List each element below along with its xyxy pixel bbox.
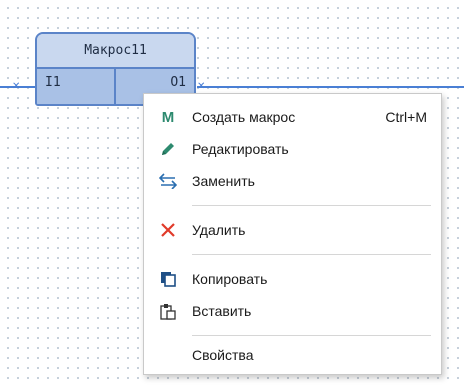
menu-item-label: Копировать — [192, 271, 268, 287]
menu-separator — [192, 205, 431, 206]
menu-item-edit[interactable]: Редактировать — [144, 134, 441, 164]
copy-icon — [144, 264, 192, 294]
menu-item-shortcut: Ctrl+M — [385, 109, 427, 125]
menu-item-paste[interactable]: Вставить — [144, 296, 441, 326]
menu-item-label: Вставить — [192, 303, 252, 319]
macro-block-title: Макрос11 — [37, 34, 194, 69]
paste-icon — [144, 296, 192, 326]
menu-item-create-macro[interactable]: M Создать макрос Ctrl+M — [144, 102, 441, 132]
menu-separator — [192, 254, 431, 255]
menu-item-label: Заменить — [192, 173, 255, 189]
swap-arrows-icon — [144, 166, 192, 196]
menu-item-label: Создать макрос — [192, 109, 296, 125]
context-menu: M Создать макрос Ctrl+M Редактировать За… — [143, 93, 442, 375]
menu-item-replace[interactable]: Заменить — [144, 166, 441, 196]
menu-item-delete[interactable]: Удалить — [144, 215, 441, 245]
menu-item-copy[interactable]: Копировать — [144, 264, 441, 294]
menu-item-properties[interactable]: Свойства — [144, 340, 441, 370]
menu-item-label: Редактировать — [192, 141, 289, 157]
input-port-i1[interactable]: I1 — [37, 69, 116, 104]
menu-separator — [192, 335, 431, 336]
red-x-icon — [144, 215, 192, 245]
macro-m-icon: M — [161, 108, 175, 126]
menu-item-label: Свойства — [192, 347, 254, 363]
output-wire[interactable] — [197, 86, 464, 88]
menu-item-label: Удалить — [192, 222, 246, 238]
pencil-icon — [144, 134, 192, 164]
output-wire-end-marker: ✕ — [197, 81, 206, 92]
input-wire-end-marker: ✕ — [12, 81, 21, 92]
